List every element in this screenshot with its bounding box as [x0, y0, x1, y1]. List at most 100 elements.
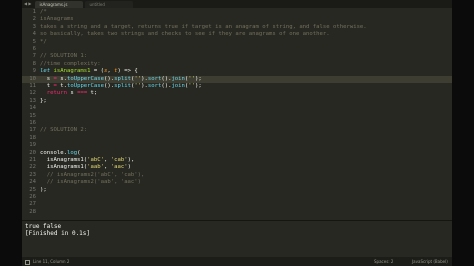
line-number: 3	[32, 23, 36, 30]
line-number: 18	[29, 134, 36, 141]
line-number: 20	[29, 149, 36, 156]
code-token: console	[40, 149, 64, 156]
code-line[interactable]: 22 isAnagrams1('aab', 'aac')	[22, 164, 452, 171]
code-token: );	[195, 75, 202, 82]
code-token: ).	[141, 83, 148, 89]
code-line[interactable]: 9 let isAnagrams1 = (s, t) => {	[22, 68, 452, 75]
code-token: */	[40, 38, 47, 45]
code-token: = (	[90, 68, 105, 75]
code-line[interactable]: 1 /*	[22, 9, 452, 16]
code-token: };	[40, 97, 47, 104]
code-line[interactable]: 8 //time complexity:	[22, 61, 452, 68]
cursor-position: Line 11, Column 2	[33, 259, 70, 264]
line-number: 26	[29, 194, 36, 200]
code-line[interactable]: 13};	[22, 98, 452, 105]
line-number: 1	[32, 9, 36, 15]
code-line[interactable]: 20 console.log(	[22, 150, 452, 157]
line-number: 7	[32, 53, 36, 60]
line-number: 15	[29, 112, 36, 119]
code-line[interactable]: 4 so basically, takes two strings and che…	[22, 31, 452, 38]
code-token: join	[171, 83, 185, 89]
code-text: // SOLUTION 2:	[40, 127, 87, 134]
code-text: takes a string and a target, returns tru…	[40, 24, 367, 31]
code-line[interactable]: 12 return s === t;	[22, 90, 452, 97]
code-token: 'aab'	[87, 164, 104, 171]
code-text: console.log(	[40, 150, 80, 157]
tab-bar: ◀ ▶ isAnagrams.js untitled	[22, 0, 452, 8]
code-line[interactable]: 5 */	[22, 39, 452, 46]
line-number: 5	[32, 38, 36, 45]
code-line[interactable]: 2 isAnagrams	[22, 16, 452, 23]
code-token: 'abC'	[87, 157, 104, 163]
code-token: so basically, takes two strings and chec…	[40, 31, 330, 38]
line-number: 13	[29, 97, 36, 104]
code-text: //time complexity:	[40, 61, 101, 68]
code-token: ().	[104, 83, 115, 89]
code-text: isAnagrams	[40, 16, 74, 23]
code-token: // isAnagrams2('abC', 'cab'),	[40, 171, 145, 178]
code-text: // isAnagrams2('aab', 'aac')	[40, 179, 141, 186]
line-number: 19	[29, 142, 36, 149]
code-token: ().	[161, 75, 172, 82]
code-text: return s === t;	[40, 90, 98, 97]
code-line[interactable]: 3 takes a string and a target, returns tr…	[22, 24, 452, 31]
code-token: s	[40, 75, 54, 82]
line-number: 10	[29, 75, 36, 82]
code-line[interactable]: 26	[22, 194, 452, 201]
code-text: );	[40, 187, 47, 194]
code-line[interactable]: 11 t = t.toUpperCase().split('').sort().…	[22, 83, 452, 90]
code-line[interactable]: 15	[22, 113, 452, 120]
line-number: 23	[29, 171, 36, 178]
line-number: 27	[29, 201, 36, 208]
code-token: );	[195, 83, 202, 89]
code-text: isAnagrams1('aab', 'aac')	[40, 164, 131, 171]
code-text: isAnagrams1('abC', 'cab'),	[40, 157, 135, 164]
code-line[interactable]: 17 // SOLUTION 2:	[22, 127, 452, 134]
code-line[interactable]: 18	[22, 135, 452, 142]
code-line[interactable]: 10 s = s.toUpperCase().split('').sort().…	[22, 75, 452, 83]
code-line[interactable]: 14	[22, 105, 452, 112]
output-line: [Finished in 0.1s]	[25, 230, 91, 237]
line-number: 6	[32, 46, 36, 52]
code-token: s	[66, 90, 78, 97]
line-number: 14	[29, 105, 36, 112]
code-text: t = t.toUpperCase().split('').sort().joi…	[40, 83, 202, 90]
code-text: };	[40, 98, 47, 105]
code-token: // isAnagrams2('aab', 'aac')	[40, 179, 142, 186]
code-text: /*	[40, 9, 47, 16]
line-number: 8	[32, 60, 36, 67]
tab-untitled[interactable]: untitled	[85, 1, 134, 8]
code-token: ().	[104, 75, 115, 82]
code-line[interactable]: 7 // SOLUTION 1:	[22, 53, 452, 60]
code-editor[interactable]: 1 /* 2 isAnagrams 3 takes a string and a targ…	[22, 9, 452, 220]
code-token: ,	[104, 164, 111, 171]
line-number: 21	[29, 157, 36, 163]
code-line[interactable]: 28	[22, 209, 452, 216]
code-token: ().	[161, 83, 172, 89]
tab-nav-arrows[interactable]: ◀ ▶	[22, 0, 33, 8]
code-token: split	[114, 83, 131, 89]
code-line[interactable]: 25);	[22, 187, 452, 194]
code-line[interactable]: 23 // isAnagrams2('abC', 'cab'),	[22, 172, 452, 179]
panel-toggle-icon[interactable]	[25, 260, 30, 265]
code-line[interactable]: 19	[22, 142, 452, 149]
indentation-setting[interactable]: Spaces: 2	[374, 257, 393, 266]
code-token: let	[40, 68, 54, 75]
code-token: log	[66, 149, 78, 156]
code-line[interactable]: 6	[22, 46, 452, 53]
code-token: isAnagrams1(	[40, 164, 88, 171]
code-line[interactable]: 27	[22, 201, 452, 208]
code-line[interactable]: 21 isAnagrams1('abC', 'cab'),	[22, 157, 452, 164]
syntax-setting[interactable]: JavaScript (Babel)	[412, 257, 448, 266]
status-bar: Line 11, Column 2 Spaces: 2 JavaScript (…	[22, 257, 452, 266]
code-token: takes a string and a target, returns tru…	[40, 23, 367, 30]
code-token: )	[127, 164, 131, 171]
code-line[interactable]: 24 // isAnagrams2('aab', 'aac')	[22, 179, 452, 186]
code-line[interactable]: 16	[22, 120, 452, 127]
output-line: true false	[25, 223, 62, 230]
line-number: 12	[29, 90, 36, 97]
code-token: t	[40, 83, 54, 89]
tab-isanagrams[interactable]: isAnagrams.js	[35, 1, 84, 8]
line-number: 22	[29, 164, 36, 171]
